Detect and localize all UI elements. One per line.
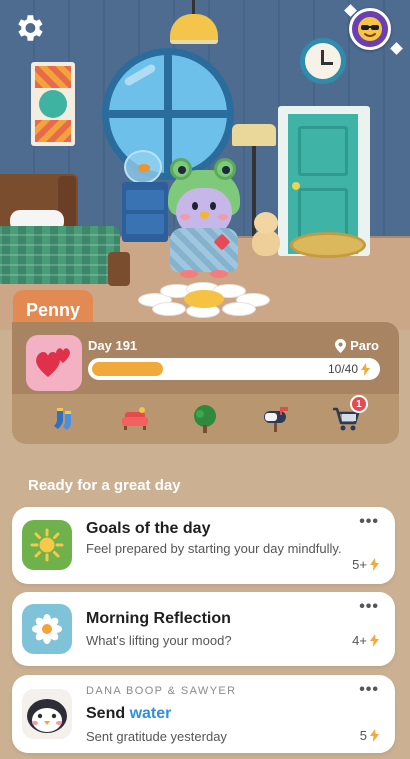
shop-button[interactable]: 1 (326, 395, 368, 439)
cool-face-icon (358, 17, 382, 41)
task-card-goals[interactable]: Goals of the day Feel prepared by starti… (12, 507, 395, 584)
bed[interactable] (0, 226, 120, 284)
pet-status-card: Day 191 Paro 10/40 1 (12, 322, 399, 444)
flower-mat (138, 282, 270, 318)
day-counter: Day 191 (88, 338, 138, 353)
round-window (102, 48, 234, 180)
shop-notification-badge: 1 (349, 395, 368, 413)
task-card-reflection[interactable]: Morning Reflection What's lifting your m… (12, 592, 395, 666)
lightning-icon (370, 729, 379, 742)
tree-icon (194, 405, 217, 433)
task-icon-friend (22, 689, 72, 739)
daisy-icon (32, 614, 62, 644)
settings-button[interactable] (11, 10, 47, 46)
task-points-value: 5+ (352, 557, 367, 572)
pet-actions-bar: 1 (12, 394, 399, 444)
fish-icon (138, 164, 150, 172)
wardrobe-button[interactable] (45, 399, 85, 439)
sun-icon (30, 528, 64, 562)
mood-hearts-button[interactable] (26, 335, 82, 391)
sofa-icon (122, 407, 149, 430)
task-title: Morning Reflection (86, 610, 231, 627)
garden-button[interactable] (185, 399, 225, 439)
mailbox-button[interactable] (256, 399, 296, 439)
energy-progress-bar: 10/40 (88, 358, 380, 380)
pet-name: Penny (25, 299, 81, 320)
pet-room-scene (0, 0, 410, 330)
bed-footboard (108, 252, 130, 286)
task-subtitle: Sent gratitude yesterday (86, 729, 227, 744)
task-icon-reflection (22, 604, 72, 654)
energy-count: 10/40 (327, 362, 358, 376)
task-subtitle: What's lifting your mood? (86, 633, 232, 648)
lightning-icon (370, 634, 379, 647)
more-options-button[interactable]: ••• (359, 681, 379, 699)
task-title: Send water (86, 705, 171, 723)
section-title: Ready for a great day (28, 477, 181, 494)
hearts-icon (36, 348, 70, 377)
mailbox-icon (263, 407, 288, 432)
task-icon-goals (22, 520, 72, 570)
task-points: 5+ (352, 557, 379, 572)
pet-penguin[interactable] (168, 158, 240, 280)
location-pin-icon (335, 338, 347, 353)
task-title: Goals of the day (86, 520, 211, 537)
location-label[interactable]: Paro (335, 338, 379, 353)
pet-jacket (170, 228, 238, 272)
task-card-send-water[interactable]: DANA BOOP & SAWYER Send water Sent grati… (12, 675, 395, 753)
dresser (122, 182, 168, 242)
teddy-bear[interactable] (250, 212, 282, 258)
profile-avatar-button[interactable] (349, 8, 391, 50)
wall-poster (31, 62, 75, 146)
task-points: 4+ (352, 633, 379, 648)
furniture-button[interactable] (115, 399, 155, 439)
socks-icon (54, 408, 72, 430)
location-name: Paro (350, 338, 379, 353)
task-title-accent: water (129, 705, 172, 722)
fishbowl[interactable] (124, 150, 162, 184)
lightning-icon (361, 362, 370, 376)
penguin-face-icon (27, 699, 67, 733)
task-overline: DANA BOOP & SAWYER (86, 685, 237, 697)
task-title-prefix: Send (86, 705, 126, 722)
task-points: 5 (360, 728, 379, 743)
task-points-value: 4+ (352, 633, 367, 648)
round-rug (290, 232, 366, 258)
floor-lamp (232, 124, 276, 146)
gear-icon (18, 15, 43, 41)
task-subtitle: Feel prepared by starting your day mindf… (86, 541, 342, 556)
wall-clock (300, 38, 346, 84)
lightning-icon (370, 558, 379, 571)
energy-progress-fill (92, 362, 163, 376)
more-options-button[interactable]: ••• (359, 598, 379, 616)
more-options-button[interactable]: ••• (359, 513, 379, 531)
task-points-value: 5 (359, 728, 367, 743)
